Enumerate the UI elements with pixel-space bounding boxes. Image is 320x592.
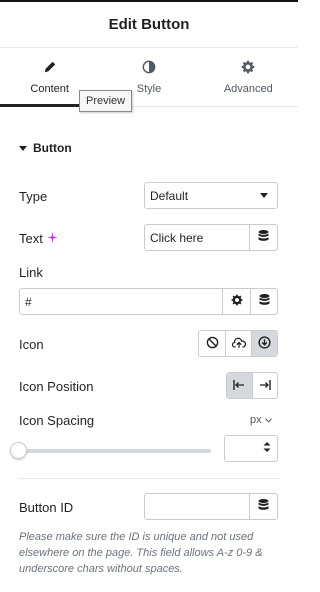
align-end-icon: [259, 378, 271, 393]
icon-position-start-button[interactable]: [227, 373, 252, 398]
tab-advanced[interactable]: Advanced: [199, 49, 298, 106]
icon-position-end-button[interactable]: [251, 373, 277, 398]
ai-sparkle-icon[interactable]: [46, 231, 58, 246]
dynamic-tags-button[interactable]: [250, 225, 277, 250]
icon-upload-button[interactable]: [225, 331, 251, 356]
text-input-group: Click here: [144, 224, 278, 251]
panel-title: Edit Button: [108, 16, 190, 33]
database-icon: [259, 294, 270, 309]
text-label: Text: [19, 231, 43, 246]
caret-down-icon: [19, 145, 27, 151]
half-circle-icon: [142, 60, 156, 77]
link-input-group: #: [19, 288, 278, 315]
align-start-icon: [233, 378, 245, 393]
gear-icon: [231, 294, 243, 309]
chevron-down-icon: [260, 193, 268, 198]
tab-advanced-label: Advanced: [223, 83, 273, 95]
link-options-button[interactable]: [223, 289, 250, 314]
icon-choices: [198, 330, 278, 357]
section-button-toggle[interactable]: Button: [19, 141, 72, 155]
spacing-slider-track[interactable]: [19, 449, 211, 453]
icon-library-button[interactable]: [251, 331, 277, 356]
icon-none-button[interactable]: [199, 331, 225, 356]
tab-style-label: Style: [136, 83, 162, 95]
link-dynamic-tags-button[interactable]: [250, 289, 277, 314]
button-id-input[interactable]: [145, 494, 250, 519]
pencil-icon: [43, 60, 57, 77]
type-label: Type: [19, 189, 48, 204]
unit-value: px: [250, 414, 262, 426]
button-id-dynamic-tags-button[interactable]: [250, 494, 277, 519]
icon-position-choices: [226, 372, 278, 399]
button-id-label: Button ID: [19, 500, 74, 515]
section-divider: [19, 478, 279, 479]
preview-tooltip: Preview: [79, 90, 133, 112]
type-select[interactable]: Default: [144, 182, 278, 209]
type-select-value: Default: [150, 188, 189, 203]
database-icon: [258, 499, 269, 514]
section-title: Button: [33, 141, 72, 155]
text-label-wrap: Text: [19, 231, 58, 246]
button-id-help-text: Please make sure the ID is unique and no…: [19, 531, 263, 575]
panel-header: Edit Button: [0, 2, 298, 48]
icon-label: Icon: [19, 337, 44, 352]
text-input[interactable]: Click here: [145, 225, 250, 250]
link-input[interactable]: #: [20, 289, 223, 314]
button-id-input-group: [144, 493, 278, 520]
tab-content-label: Content: [30, 83, 69, 95]
icon-spacing-label: Icon Spacing: [19, 413, 95, 428]
none-icon: [206, 336, 219, 352]
upload-icon: [231, 336, 246, 352]
unit-selector[interactable]: px: [250, 414, 272, 426]
spacing-number-input[interactable]: [224, 435, 278, 462]
gear-icon: [241, 60, 255, 77]
spacing-slider-handle[interactable]: [10, 442, 27, 459]
link-label: Link: [19, 265, 43, 280]
stepper-icon[interactable]: [263, 441, 271, 456]
database-icon: [258, 230, 269, 245]
chevron-down-icon: [264, 414, 272, 426]
download-circle-icon: [258, 335, 271, 352]
panel-tabs: Content Style Advanced: [0, 49, 298, 107]
icon-position-label: Icon Position: [19, 379, 94, 394]
